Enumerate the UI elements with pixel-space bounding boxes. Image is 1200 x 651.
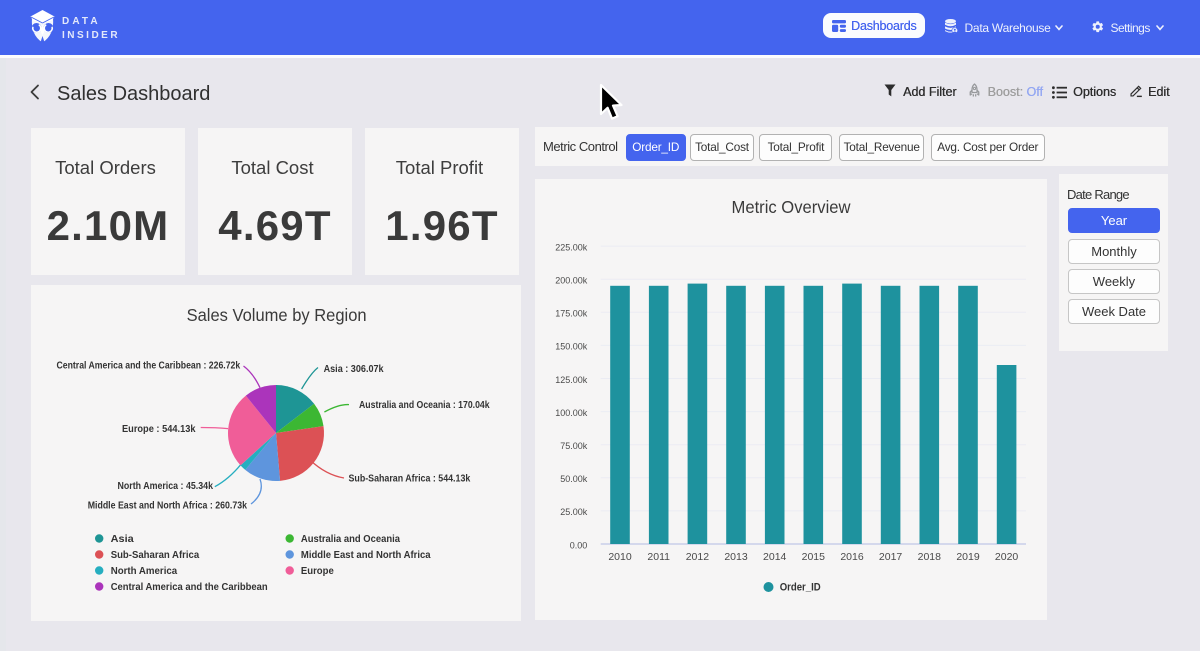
svg-text:2014: 2014: [763, 551, 787, 563]
svg-text:Sales Volume by Region: Sales Volume by Region: [187, 305, 367, 325]
svg-text:2020: 2020: [995, 551, 1019, 563]
svg-text:2019: 2019: [956, 551, 980, 563]
svg-text:125.00k: 125.00k: [555, 375, 588, 385]
svg-text:225.00k: 225.00k: [555, 242, 588, 252]
svg-text:Central America and the Caribb: Central America and the Caribbean : 226.…: [57, 359, 241, 371]
svg-text:Australia and Oceania: Australia and Oceania: [301, 533, 400, 545]
svg-text:2012: 2012: [686, 551, 710, 563]
svg-text:Order_ID: Order_ID: [780, 582, 821, 594]
svg-text:2016: 2016: [840, 551, 864, 563]
svg-text:2015: 2015: [802, 551, 826, 563]
svg-text:Metric Overview: Metric Overview: [732, 197, 851, 217]
svg-text:150.00k: 150.00k: [555, 342, 588, 352]
svg-text:2011: 2011: [647, 551, 670, 563]
svg-text:Asia : 306.07k: Asia : 306.07k: [324, 363, 384, 375]
svg-text:Europe: Europe: [301, 565, 334, 577]
svg-text:0.00: 0.00: [570, 540, 588, 550]
svg-text:Middle East and North Africa: Middle East and North Africa: [301, 549, 431, 561]
svg-text:Australia and Oceania : 170.04: Australia and Oceania : 170.04k: [359, 399, 490, 411]
svg-text:200.00k: 200.00k: [555, 276, 588, 286]
svg-text:Middle East and North Africa :: Middle East and North Africa : 260.73k: [88, 499, 247, 511]
svg-text:50.00k: 50.00k: [560, 474, 588, 484]
svg-text:75.00k: 75.00k: [560, 441, 588, 451]
svg-text:North America : 45.34k: North America : 45.34k: [118, 480, 214, 492]
svg-text:Europe : 544.13k: Europe : 544.13k: [122, 423, 196, 435]
svg-text:Sub-Saharan Africa: Sub-Saharan Africa: [111, 549, 200, 561]
svg-text:Sub-Saharan Africa : 544.13k: Sub-Saharan Africa : 544.13k: [349, 472, 471, 484]
svg-text:175.00k: 175.00k: [555, 309, 588, 319]
svg-text:2018: 2018: [918, 551, 942, 563]
svg-text:North America: North America: [111, 565, 178, 577]
svg-text:2017: 2017: [879, 551, 903, 563]
svg-text:2013: 2013: [724, 551, 748, 563]
svg-text:2010: 2010: [608, 551, 632, 563]
svg-text:25.00k: 25.00k: [560, 507, 588, 517]
svg-text:Asia: Asia: [111, 533, 134, 545]
svg-text:Central America and the Caribb: Central America and the Caribbean: [111, 581, 268, 593]
svg-text:100.00k: 100.00k: [555, 408, 588, 418]
